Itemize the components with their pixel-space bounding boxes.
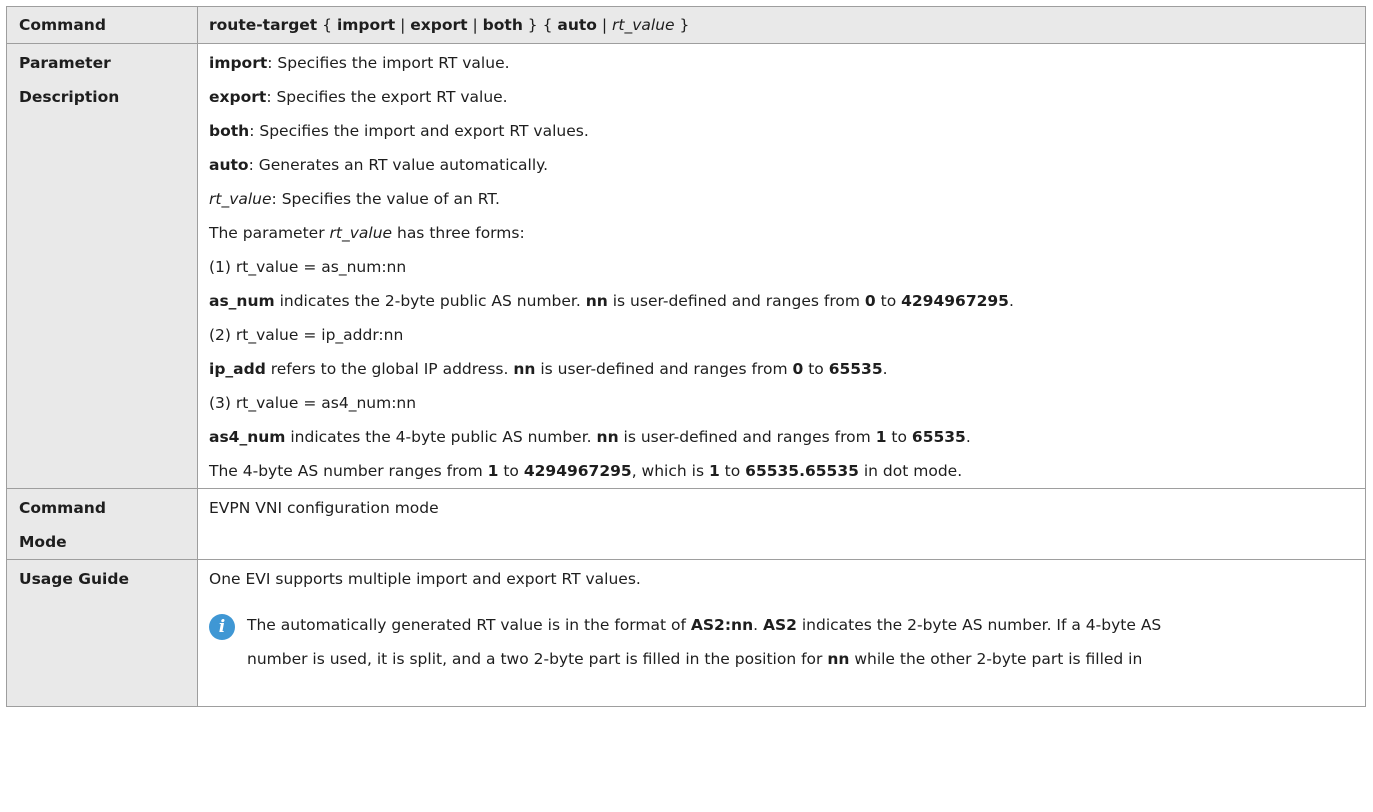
command-reference-table: Command route-target { import | export |… [6,6,1366,707]
parameter-description-content: import: Specifies the import RT value. e… [197,43,1366,489]
parameter-label-line2: Description [19,88,120,106]
param-auto-line: auto: Generates an RT value automaticall… [209,156,549,174]
param-form2-line: (2) rt_value = ip_addr:nn [209,326,404,344]
command-syntax-cell: route-target { import | export | both } … [197,6,1366,44]
param-forms-intro-line: The parameter rt_value has three forms: [209,224,525,242]
command-mode-label-cell: Command Mode [6,488,198,560]
command-row: Command route-target { import | export |… [6,6,1366,44]
param-form1-desc-line: as_num indicates the 2-byte public AS nu… [209,292,1014,310]
command-mode-content: EVPN VNI configuration mode [197,488,1366,560]
keyword-both: both [482,16,523,34]
usage-guide-label-cell: Usage Guide [6,559,198,707]
command-mode-label-line2: Mode [19,533,67,551]
param-rt-value-line: rt_value: Specifies the value of an RT. [209,190,500,208]
command-mode-text: EVPN VNI configuration mode [209,499,439,517]
usage-guide-text: One EVI supports multiple import and exp… [209,570,641,588]
usage-guide-content: One EVI supports multiple import and exp… [197,559,1366,707]
command-label: Command [19,16,106,34]
command-mode-row: Command Mode EVPN VNI configuration mode [6,488,1366,560]
usage-guide-label: Usage Guide [19,570,129,588]
param-export-line: export: Specifies the export RT value. [209,88,508,106]
info-icon: i [209,614,235,640]
command-mode-label-line1: Command [19,499,106,517]
keyword-route-target: route-target [209,16,318,34]
note-line1: The automatically generated RT value is … [247,616,1162,634]
command-syntax: route-target { import | export | both } … [209,16,690,34]
parameter-description-row: Parameter Description import: Specifies … [6,43,1366,489]
keyword-export: export [410,16,468,34]
info-note-text: The automatically generated RT value is … [247,608,1161,676]
keyword-auto: auto [557,16,597,34]
note-line2: number is used, it is split, and a two 2… [247,650,1143,668]
info-note: i The automatically generated RT value i… [209,608,1365,676]
param-both-line: both: Specifies the import and export RT… [209,122,589,140]
usage-guide-row: Usage Guide One EVI supports multiple im… [6,559,1366,707]
param-form1-line: (1) rt_value = as_num:nn [209,258,407,276]
param-form3-line: (3) rt_value = as4_num:nn [209,394,417,412]
parameter-label-line1: Parameter [19,54,111,72]
param-import-line: import: Specifies the import RT value. [209,54,510,72]
command-label-cell: Command [6,6,198,44]
param-form2-desc-line: ip_add refers to the global IP address. … [209,360,888,378]
keyword-import: import [336,16,396,34]
param-dot-mode-line: The 4-byte AS number ranges from 1 to 42… [209,462,963,480]
argument-rt-value: rt_value [612,16,675,34]
parameter-description-label-cell: Parameter Description [6,43,198,489]
param-form3-desc-line: as4_num indicates the 4-byte public AS n… [209,428,971,446]
